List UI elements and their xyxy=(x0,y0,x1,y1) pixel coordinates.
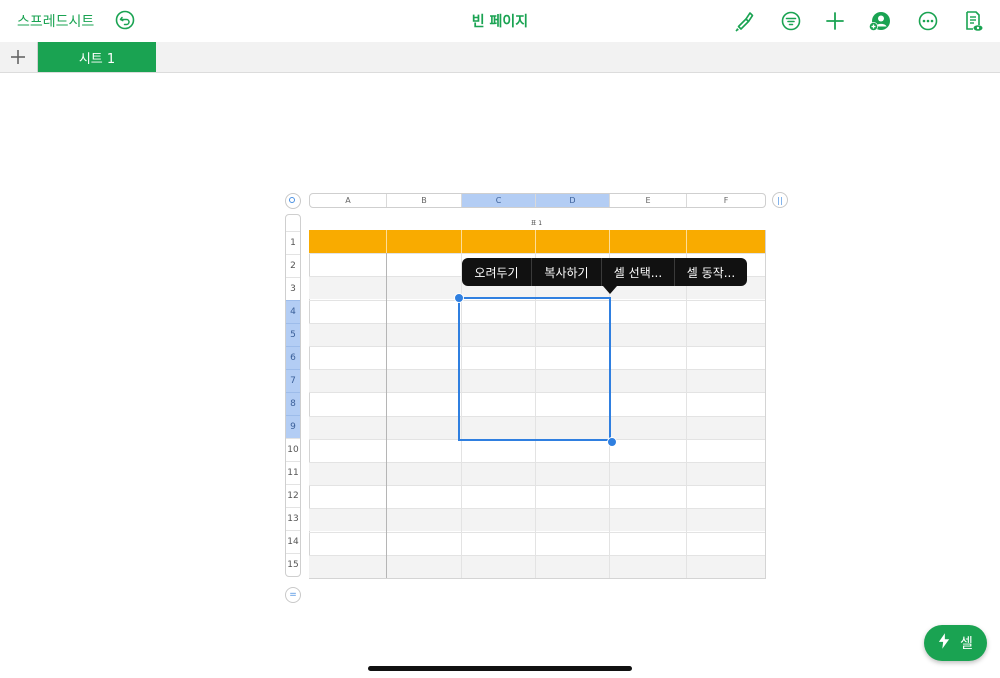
home-indicator[interactable] xyxy=(368,666,632,671)
row-header-6[interactable]: 6 xyxy=(286,346,300,369)
tab-sheet-1[interactable]: 시트 1 xyxy=(38,42,156,72)
row-divider xyxy=(309,485,765,486)
header-divider xyxy=(609,230,610,253)
cell-actions-button[interactable]: 셀 xyxy=(924,625,987,661)
row-divider xyxy=(309,532,765,533)
column-header-a[interactable]: A xyxy=(310,194,387,207)
row-band xyxy=(309,462,765,485)
row-header-spacer xyxy=(286,215,300,231)
column-header-d[interactable]: D xyxy=(536,194,610,207)
context-menu: 오려두기 복사하기 셀 선택... 셀 동작... xyxy=(462,258,747,286)
table-name[interactable]: 표 1 xyxy=(309,218,764,227)
row-header-11[interactable]: 11 xyxy=(286,461,300,484)
column-header-f[interactable]: F xyxy=(687,194,765,207)
header-divider xyxy=(535,230,536,253)
collaborate-icon[interactable] xyxy=(868,9,892,33)
menu-item-select-cells[interactable]: 셀 선택... xyxy=(602,258,675,286)
row-header-10[interactable]: 10 xyxy=(286,438,300,461)
row-band xyxy=(309,555,765,578)
sheet-tab-bar: 시트 1 xyxy=(0,42,1000,73)
row-header-4[interactable]: 4 xyxy=(286,300,300,323)
row-headers: 1 2 3 4 5 6 7 8 9 10 11 12 13 14 15 xyxy=(285,214,301,577)
row-divider xyxy=(309,555,765,556)
row-header-13[interactable]: 13 xyxy=(286,507,300,530)
selection-handle-top-left[interactable] xyxy=(454,293,464,303)
row-band xyxy=(309,508,765,531)
column-divider xyxy=(386,253,387,578)
cell-selection[interactable] xyxy=(458,297,611,441)
row-header-15[interactable]: 15 xyxy=(286,553,300,576)
add-icon[interactable] xyxy=(823,9,847,33)
row-divider xyxy=(309,253,765,254)
row-header-7[interactable]: 7 xyxy=(286,369,300,392)
cell-button-label: 셀 xyxy=(960,636,973,652)
document-title[interactable]: 빈 페이지 xyxy=(0,11,1000,31)
plus-icon[interactable] xyxy=(8,47,28,67)
header-divider xyxy=(461,230,462,253)
column-headers: ABCDEF xyxy=(309,193,766,208)
column-header-b[interactable]: B xyxy=(387,194,462,207)
column-divider xyxy=(686,253,687,578)
row-divider xyxy=(309,508,765,509)
header-divider xyxy=(386,230,387,253)
toolbar: 스프레드시트 빈 페이지 xyxy=(0,0,1000,43)
paintbrush-icon[interactable] xyxy=(732,9,756,33)
row-divider xyxy=(309,462,765,463)
row-header-9[interactable]: 9 xyxy=(286,415,300,438)
context-menu-arrow xyxy=(603,286,617,294)
select-table-handle[interactable] xyxy=(285,193,301,209)
selection-handle-bottom-right[interactable] xyxy=(607,437,617,447)
header-divider xyxy=(686,230,687,253)
document-view-icon[interactable] xyxy=(961,9,985,33)
menu-item-cut[interactable]: 오려두기 xyxy=(462,258,532,286)
column-header-c[interactable]: C xyxy=(462,194,536,207)
table-header-row[interactable] xyxy=(309,230,765,253)
more-icon[interactable] xyxy=(916,9,940,33)
row-header-2[interactable]: 2 xyxy=(286,254,300,277)
filter-icon[interactable] xyxy=(779,9,803,33)
row-header-12[interactable]: 12 xyxy=(286,484,300,507)
row-header-8[interactable]: 8 xyxy=(286,392,300,415)
column-header-e[interactable]: E xyxy=(610,194,687,207)
menu-item-cell-actions[interactable]: 셀 동작... xyxy=(675,258,747,286)
column-resize-handle[interactable]: || xyxy=(772,192,788,208)
row-header-5[interactable]: 5 xyxy=(286,323,300,346)
lightning-icon xyxy=(938,633,950,653)
add-row-handle[interactable]: = xyxy=(285,587,301,603)
row-header-1[interactable]: 1 xyxy=(286,231,300,254)
row-header-14[interactable]: 14 xyxy=(286,530,300,553)
row-header-3[interactable]: 3 xyxy=(286,277,300,300)
menu-item-copy[interactable]: 복사하기 xyxy=(532,258,602,286)
